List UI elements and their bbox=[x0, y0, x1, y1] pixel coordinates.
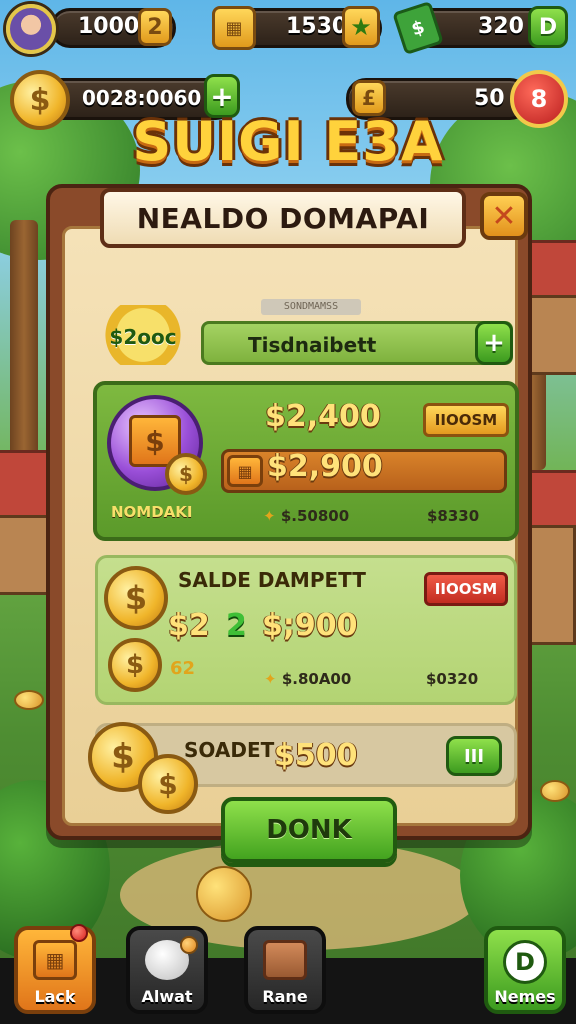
bonus-icon: 2 bbox=[138, 8, 172, 46]
package-icon bbox=[263, 940, 307, 980]
shop-icon: ▦ bbox=[33, 940, 77, 980]
sparkle-icon: ✦ bbox=[264, 670, 277, 688]
coin-icon: $ bbox=[108, 638, 162, 692]
cash-bundle-button[interactable]: III bbox=[446, 736, 502, 776]
modal-body: SONDMAMSS $2ooc Tisdnaibett + $ $ NOMDAK… bbox=[62, 226, 519, 863]
offer-1-buy-button[interactable]: IIOOSM bbox=[423, 403, 509, 437]
play-icon: D bbox=[503, 940, 547, 984]
offer-2-price: $;900 bbox=[262, 608, 358, 643]
modal-title: NEALDO DOMAPAI bbox=[136, 201, 430, 235]
offer-1-meta-right: $8330 bbox=[427, 507, 480, 525]
coin-icon: $ bbox=[104, 566, 168, 630]
game-title: SUIGI E3A bbox=[132, 110, 444, 173]
offer-2-title: SALDE DAMPETT bbox=[178, 568, 366, 592]
modal-subtitle: SONDMAMSS bbox=[261, 299, 361, 315]
coin-icon: $ bbox=[165, 453, 207, 495]
crate-icon: ▦ bbox=[227, 455, 263, 487]
offer-1-meta-left: ✦ $.50800 bbox=[263, 507, 349, 525]
player-avatar[interactable] bbox=[6, 4, 56, 54]
shop-modal: SONDMAMSS $2ooc Tisdnaibett + $ $ NOMDAK… bbox=[46, 184, 532, 863]
offer-3-price: $500 bbox=[274, 738, 358, 773]
nav-lack-label: Lack bbox=[34, 987, 76, 1006]
sparkle-icon: ✦ bbox=[263, 507, 276, 525]
offer-1-meta-left-value: $.50800 bbox=[280, 507, 350, 525]
offer-2-meta-right: $0320 bbox=[426, 670, 479, 688]
nav-rane-label: Rane bbox=[262, 987, 308, 1006]
offer-3-title: SOADET bbox=[184, 738, 275, 762]
offer-2-multiplier-1: $2 bbox=[168, 608, 210, 643]
offer-card-standard[interactable]: $ $ SALDE DAMPETT IIOOSM $2 2 $;900 62 ✦… bbox=[95, 555, 517, 705]
offer-2-meta-left: ✦ $.80A00 bbox=[264, 670, 351, 688]
promo-field[interactable]: Tisdnaibett + bbox=[201, 321, 513, 365]
nav-alwat-label: Alwat bbox=[141, 987, 193, 1006]
bonus-badge: $2ooc bbox=[99, 305, 187, 365]
nav-rane[interactable]: Rane bbox=[244, 926, 326, 1014]
notification-dot bbox=[180, 936, 198, 954]
coin-icon: $ bbox=[138, 754, 198, 814]
offer-2-buy-button[interactable]: IIOOSM bbox=[424, 572, 508, 606]
promo-add-button[interactable]: + bbox=[475, 321, 513, 365]
hud-stat-2-value: 1530 bbox=[286, 14, 348, 39]
star-icon[interactable]: ★ bbox=[342, 6, 380, 48]
stat-3-button[interactable]: D bbox=[528, 6, 568, 48]
bonus-badge-label: $2ooc bbox=[109, 325, 177, 349]
modal-header: NEALDO DOMAPAI bbox=[100, 188, 466, 248]
offer-card-basic[interactable]: $ $ SOADET $500 III bbox=[88, 722, 517, 814]
notification-dot bbox=[70, 924, 88, 942]
offer-2-multiplier-2: 2 bbox=[226, 608, 247, 643]
hud-stat-3-value: 320 bbox=[478, 14, 524, 39]
offer-1-price: $2,400 bbox=[265, 399, 381, 434]
energy-value: 50 bbox=[474, 86, 505, 111]
nav-nemes[interactable]: D Nemes bbox=[484, 926, 566, 1014]
offer-2-coin-label: 62 bbox=[170, 658, 196, 679]
coins-total: 0028:0060 bbox=[82, 86, 202, 110]
crate-icon: ▦ bbox=[212, 6, 256, 50]
offer-2-meta-left-value: $.80A00 bbox=[281, 670, 352, 688]
offer-1-label: NOMDAKI bbox=[111, 503, 193, 521]
nav-nemes-label: Nemes bbox=[494, 987, 556, 1006]
promo-field-value: Tisdnaibett bbox=[248, 333, 377, 357]
confirm-button[interactable]: DONK bbox=[221, 797, 397, 863]
close-button[interactable]: ✕ bbox=[480, 192, 528, 240]
hud-stat-1-value: 1000 bbox=[78, 14, 140, 39]
offer-1-highlight-price: $2,900 bbox=[267, 449, 383, 484]
offer-card-premium[interactable]: $ $ NOMDAKI $2,400 IIOOSM ▦ $2,900 ✦ $.5… bbox=[93, 381, 519, 541]
